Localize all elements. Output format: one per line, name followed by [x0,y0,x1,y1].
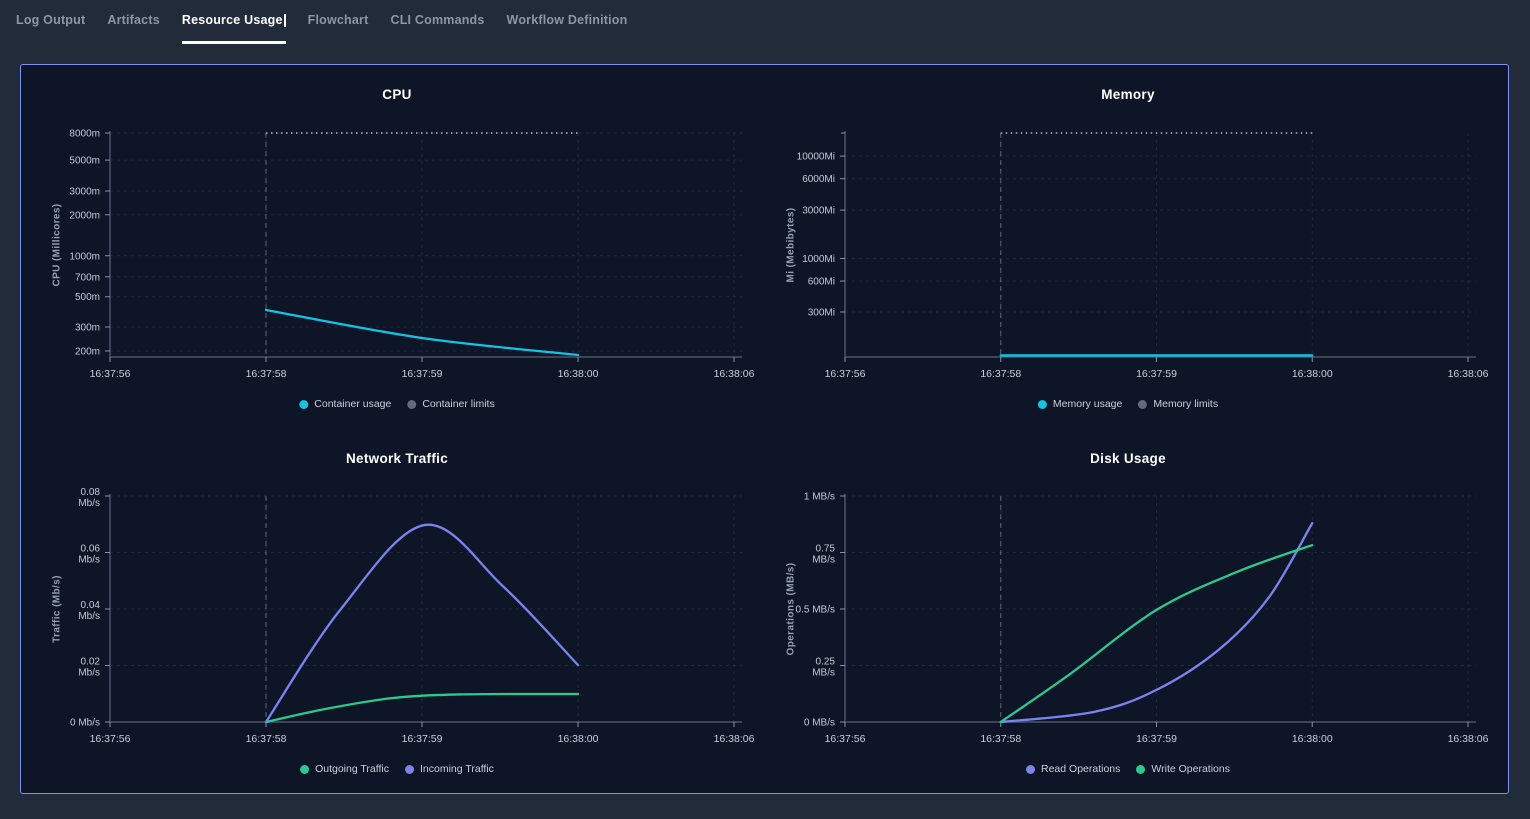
disk-chart: 16:37:56 16:37:58 16:37:59 16:38:00 16:38:06… [796,492,1489,746]
y-tick-label: 3000Mi [802,206,835,217]
charts-svg: 16:37:56 16:37:58 16:37:59 16:38:00 16:38:06… [0,0,1530,819]
y-tick-label: Mb/s [78,611,100,622]
x-tick-label: 16:37:58 [980,733,1021,745]
x-tick-label: 16:38:06 [714,368,755,380]
x-tick-label: 16:38:00 [558,733,599,745]
legend-item-container-limits[interactable]: Container limits [407,398,494,410]
x-tick-label: 16:37:58 [246,368,287,380]
y-tick-label: 1000m [69,251,100,262]
memory-chart-title: Memory [1101,87,1155,102]
y-tick-label: 0.75 [816,544,836,555]
legend-item-outgoing-traffic[interactable]: Outgoing Traffic [300,763,389,775]
legend-label: Container usage [314,398,391,410]
legend-item-incoming-traffic[interactable]: Incoming Traffic [405,763,494,775]
cpu-y-axis-label: CPU (Millicores) [52,203,63,286]
network-chart-title: Network Traffic [346,451,448,466]
y-tick-label: 0 Mb/s [70,718,100,729]
legend-label: Container limits [422,398,494,410]
network-y-axis-label: Traffic (Mb/s) [52,575,63,643]
memory-limits-dot-icon [1138,400,1147,409]
x-tick-label: 16:38:00 [558,368,599,380]
container-usage-dot-icon [299,400,308,409]
x-tick-label: 16:37:59 [1136,368,1177,380]
memory-legend: Memory usage Memory limits [1038,398,1218,410]
y-tick-label: 500m [75,292,100,303]
resource-usage-page: Log OutputArtifactsResource UsageFlowcha… [0,0,1530,819]
y-tick-label: 3000m [69,187,100,198]
legend-item-container-usage[interactable]: Container usage [299,398,391,410]
y-tick-label: 300Mi [808,307,835,318]
x-tick-label: 16:38:06 [714,733,755,745]
y-tick-label: MB/s [812,555,835,566]
write-operations-line [1001,545,1313,722]
legend-label: Incoming Traffic [420,763,494,775]
y-tick-label: 0.02 [81,657,101,668]
disk-chart-title: Disk Usage [1090,451,1166,466]
y-tick-label: 0.04 [81,600,101,611]
y-tick-label: Mb/s [78,668,100,679]
x-tick-label: 16:38:06 [1448,733,1489,745]
x-tick-label: 16:37:56 [90,368,131,380]
container-limits-dot-icon [407,400,416,409]
legend-label: Memory limits [1153,398,1218,410]
y-tick-label: 2000m [69,210,100,221]
y-tick-label: Mb/s [78,498,100,509]
y-tick-label: 0.25 [816,657,836,668]
legend-item-read-operations[interactable]: Read Operations [1026,763,1120,775]
incoming-traffic-dot-icon [405,765,414,774]
x-tick-label: 16:38:00 [1292,733,1333,745]
x-tick-label: 16:37:59 [1136,733,1177,745]
read-operations-dot-icon [1026,765,1035,774]
y-tick-label: 5000m [69,156,100,167]
legend-item-memory-usage[interactable]: Memory usage [1038,398,1122,410]
memory-chart: 16:37:56 16:37:58 16:37:59 16:38:00 16:38:06… [797,131,1489,380]
x-tick-label: 16:38:06 [1448,368,1489,380]
y-tick-label: 1 MB/s [804,492,835,503]
cpu-chart-title: CPU [382,87,411,102]
outgoing-traffic-dot-icon [300,765,309,774]
x-tick-label: 16:37:56 [90,733,131,745]
x-tick-label: 16:37:58 [246,733,287,745]
legend-label: Memory usage [1053,398,1122,410]
y-tick-label: 1000Mi [802,254,835,265]
write-operations-dot-icon [1136,765,1145,774]
x-tick-label: 16:37:56 [825,733,866,745]
legend-label: Outgoing Traffic [315,763,389,775]
disk-y-axis-label: Operations (MB/s) [786,563,797,656]
y-tick-label: MB/s [812,668,835,679]
memory-usage-dot-icon [1038,400,1047,409]
x-tick-label: 16:37:56 [825,368,866,380]
x-tick-label: 16:37:58 [980,368,1021,380]
network-chart: 16:37:56 16:37:58 16:37:59 16:38:00 16:38:06… [70,487,755,745]
cpu-legend: Container usage Container limits [299,398,494,410]
x-tick-label: 16:37:59 [402,733,443,745]
legend-item-memory-limits[interactable]: Memory limits [1138,398,1218,410]
cpu-chart: 16:37:56 16:37:58 16:37:59 16:38:00 16:38:06… [69,129,754,381]
y-tick-label: Mb/s [78,555,100,566]
y-tick-label: 700m [75,272,100,283]
y-tick-label: 0.5 MB/s [796,605,835,616]
y-tick-label: 600Mi [808,277,835,288]
memory-y-axis-label: Mi (Mebibytes) [786,207,797,282]
y-tick-label: 6000Mi [802,174,835,185]
y-tick-label: 0 MB/s [804,718,835,729]
legend-label: Write Operations [1151,763,1230,775]
legend-label: Read Operations [1041,763,1120,775]
x-tick-label: 16:38:00 [1292,368,1333,380]
y-tick-label: 200m [75,346,100,357]
network-legend: Outgoing Traffic Incoming Traffic [300,763,494,775]
y-tick-label: 0.08 [81,487,101,498]
y-tick-label: 0.06 [81,544,101,555]
y-tick-label: 300m [75,322,100,333]
y-tick-label: 8000m [69,129,100,140]
disk-legend: Read Operations Write Operations [1026,763,1230,775]
x-tick-label: 16:37:59 [402,368,443,380]
legend-item-write-operations[interactable]: Write Operations [1136,763,1230,775]
y-tick-label: 10000Mi [797,152,835,163]
